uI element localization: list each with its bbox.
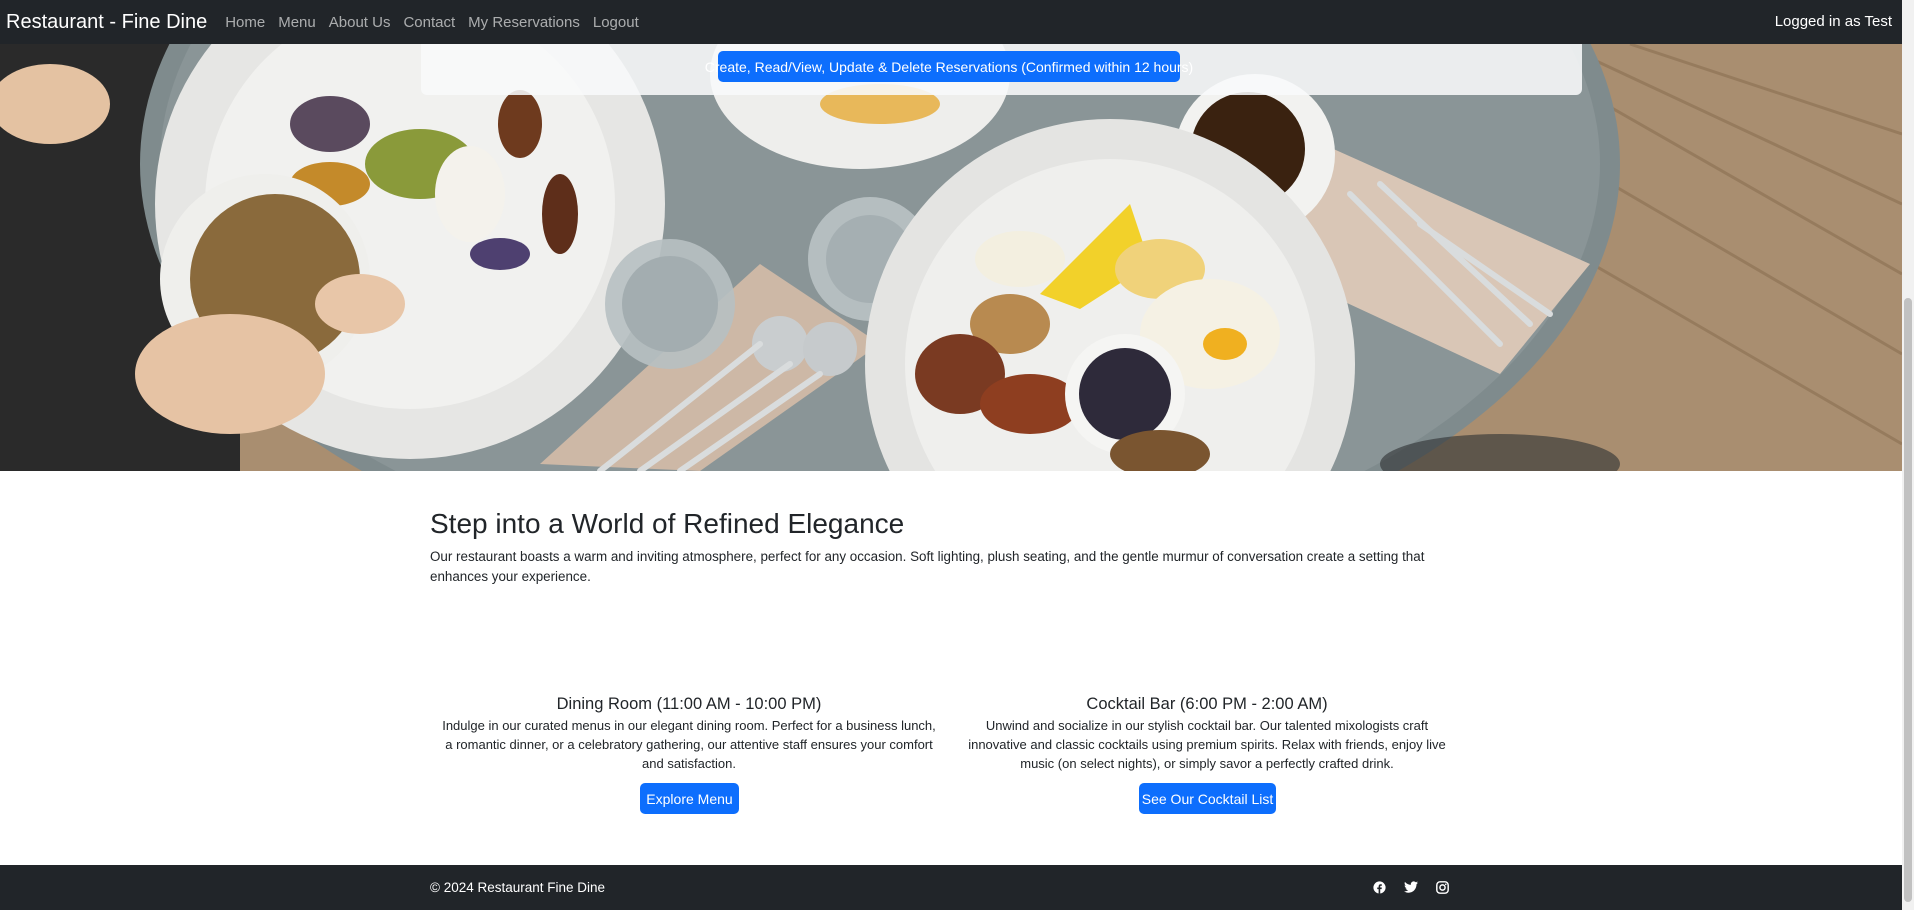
top-navbar: Restaurant - Fine Dine Home Menu About U…	[0, 0, 1902, 44]
cocktail-bar-card: Cocktail Bar (6:00 PM - 2:00 AM) Unwind …	[957, 693, 1457, 773]
cocktail-list-button[interactable]: See Our Cocktail List	[1139, 783, 1276, 814]
footer: © 2024 Restaurant Fine Dine	[0, 865, 1902, 910]
user-status: Logged in as Test	[1774, 13, 1892, 30]
instagram-icon[interactable]	[1434, 879, 1450, 895]
dining-room-card: Dining Room (11:00 AM - 10:00 PM) Indulg…	[439, 693, 939, 773]
brand-link[interactable]: Restaurant - Fine Dine	[6, 11, 207, 34]
scrollbar-thumb[interactable]	[1904, 298, 1912, 902]
facebook-icon[interactable]	[1371, 879, 1387, 895]
reservations-button[interactable]: Create, Read/View, Update & Delete Reser…	[705, 51, 1193, 82]
page-scrollbar[interactable]	[1902, 0, 1914, 910]
nav-link-home[interactable]: Home	[225, 14, 265, 31]
hero-food-image	[0, 44, 1902, 471]
nav-link-about-us[interactable]: About Us	[329, 14, 391, 31]
twitter-icon[interactable]	[1403, 879, 1419, 895]
nav-link-menu[interactable]: Menu	[278, 14, 316, 31]
dining-room-text: Indulge in our curated menus in our eleg…	[442, 718, 936, 771]
copyright-text: © 2024 Restaurant Fine Dine	[430, 880, 606, 895]
nav-link-contact[interactable]: Contact	[403, 14, 455, 31]
cocktail-bar-text: Unwind and socialize in our stylish cock…	[968, 718, 1446, 771]
hero-section: Create, Read/View, Update & Delete Reser…	[0, 44, 1902, 471]
about-text: Our restaurant boasts a warm and invitin…	[430, 549, 1425, 584]
nav-link-logout[interactable]: Logout	[593, 14, 639, 31]
about-title: Step into a World of Refined Elegance	[430, 508, 905, 539]
explore-menu-button[interactable]: Explore Menu	[640, 783, 739, 814]
dining-room-title: Dining Room (11:00 AM - 10:00 PM)	[556, 695, 822, 713]
cocktail-bar-title: Cocktail Bar (6:00 PM - 2:00 AM)	[1086, 695, 1328, 713]
nav-link-my-reservations[interactable]: My Reservations	[468, 14, 580, 31]
